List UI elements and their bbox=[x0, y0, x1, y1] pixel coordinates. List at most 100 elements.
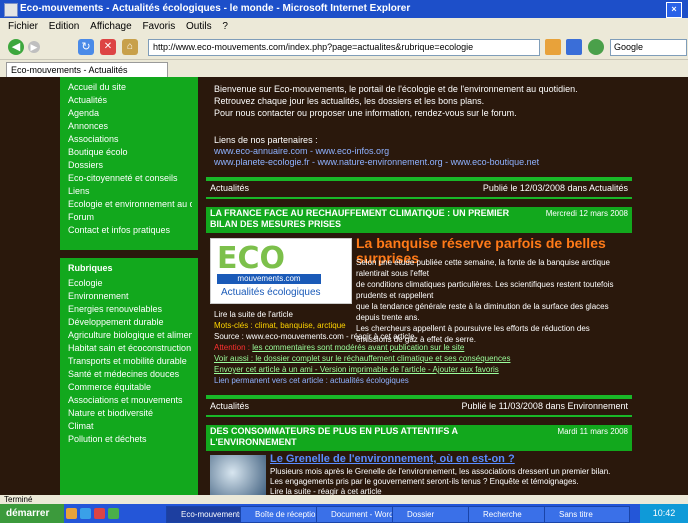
partner-links-label: Liens de nos partenaires : bbox=[214, 135, 318, 145]
taskbar-button[interactable]: Recherche bbox=[468, 506, 556, 523]
forward-icon[interactable]: ▶ bbox=[28, 41, 40, 53]
rss-icon[interactable] bbox=[545, 39, 561, 55]
rubrique-item[interactable]: Pollution et déchets bbox=[68, 433, 192, 446]
main-content: Bienvenue sur Eco-mouvements, le portail… bbox=[206, 77, 632, 495]
tab-label: Eco-mouvements - Actualités bbox=[11, 65, 128, 75]
taskbar-button[interactable]: Document - Word bbox=[316, 506, 404, 523]
taskbar-button[interactable]: Sans titre bbox=[544, 506, 630, 523]
sidebar-menu-box: Accueil du site Actualités Agenda Annonc… bbox=[60, 77, 198, 250]
article-source[interactable]: Source : www.eco-mouvements.com - réagir… bbox=[214, 331, 510, 342]
sidebar-item[interactable]: Actualités bbox=[68, 94, 192, 107]
article-header[interactable]: DES CONSOMMATEURS DE PLUS EN PLUS ATTENT… bbox=[210, 426, 510, 450]
article-date: Mercredi 12 mars 2008 bbox=[545, 209, 628, 218]
rubrique-item[interactable]: Energies renouvelables bbox=[68, 303, 192, 316]
article-date: Mardi 11 mars 2008 bbox=[557, 427, 628, 436]
partner-link[interactable]: www.eco-annuaire.com - www.eco-infos.org bbox=[214, 146, 632, 157]
section-header: Actualités Publié le 11/03/2008 dans Env… bbox=[206, 399, 632, 413]
left-sidebar: Accueil du site Actualités Agenda Annonc… bbox=[60, 77, 198, 495]
rubrique-item[interactable]: Associations et mouvements bbox=[68, 394, 192, 407]
rubriques-box: Rubriques Ecologie Environnement Energie… bbox=[60, 258, 198, 495]
refresh-icon[interactable]: ↻ bbox=[78, 39, 94, 55]
menu-edit[interactable]: Edition bbox=[49, 21, 80, 32]
warning-text: les commentaires sont modérés avant publ… bbox=[252, 343, 465, 352]
sidebar-item[interactable]: Contact et infos pratiques bbox=[68, 224, 192, 237]
home-icon[interactable]: ⌂ bbox=[122, 39, 138, 55]
quicklaunch-icon[interactable] bbox=[108, 508, 119, 519]
article-actions[interactable]: Envoyer cet article à un ami - Version i… bbox=[214, 364, 510, 375]
article-thumbnail[interactable] bbox=[210, 455, 266, 495]
taskbar-button[interactable]: Dossier bbox=[392, 506, 480, 523]
article-line: Selon une étude publiée cette semaine, l… bbox=[356, 258, 610, 278]
article-more: Lire la suite de l'article Mots-clés : c… bbox=[214, 309, 510, 386]
article-line: de conditions climatiques particulières.… bbox=[356, 280, 614, 300]
article-header[interactable]: LA FRANCE FACE AU RECHAUFFEMENT CLIMATIQ… bbox=[210, 208, 510, 232]
start-button[interactable]: démarrer bbox=[0, 504, 64, 523]
sidebar-item[interactable]: Accueil du site bbox=[68, 81, 192, 94]
sidebar-item[interactable]: Associations bbox=[68, 133, 192, 146]
logo-band: mouvements.com bbox=[217, 274, 321, 284]
window-titlebar: Eco-mouvements - Actualités écologiques … bbox=[0, 0, 688, 18]
rubrique-item[interactable]: Habitat sain et écoconstruction bbox=[68, 342, 192, 355]
sidebar-item[interactable]: Dossiers bbox=[68, 159, 192, 172]
section-header: Actualités Publié le 12/03/2008 dans Act… bbox=[206, 181, 632, 195]
back-icon[interactable]: ◀ bbox=[8, 39, 24, 55]
taskbar: démarrer Eco-mouvements Boîte de récepti… bbox=[0, 504, 688, 523]
partner-link[interactable]: www.planete-ecologie.fr - www.nature-env… bbox=[214, 157, 632, 168]
article-line[interactable]: Lire la suite - réagir à cet article bbox=[270, 487, 626, 495]
read-more-link[interactable]: Lire la suite de l'article bbox=[214, 309, 510, 320]
sidebar-item[interactable]: Boutique écolo bbox=[68, 146, 192, 159]
intro-text: Bienvenue sur Eco-mouvements, le portail… bbox=[206, 77, 632, 131]
menu-file[interactable]: Fichier bbox=[8, 21, 38, 32]
intro-line: Pour nous contacter ou proposer une info… bbox=[214, 108, 517, 118]
quicklaunch-icon[interactable] bbox=[80, 508, 91, 519]
rubrique-item[interactable]: Commerce équitable bbox=[68, 381, 192, 394]
menu-help[interactable]: ? bbox=[222, 21, 228, 32]
taskbar-button[interactable]: Boîte de réception bbox=[240, 506, 328, 523]
section-left[interactable]: Actualités bbox=[210, 181, 249, 195]
sidebar-item[interactable]: Annonces bbox=[68, 120, 192, 133]
rubrique-item[interactable]: Agriculture biologique et alimentation s… bbox=[68, 329, 192, 342]
rubrique-item[interactable]: Transports et mobilité durable bbox=[68, 355, 192, 368]
system-tray: 10:42 bbox=[640, 504, 688, 523]
menu-favorites[interactable]: Favoris bbox=[142, 21, 175, 32]
article-title[interactable]: Le Grenelle de l'environnement, où en es… bbox=[270, 453, 515, 465]
sidebar-item[interactable]: Liens bbox=[68, 185, 192, 198]
clock: 10:42 bbox=[652, 508, 676, 518]
sidebar-item[interactable]: Eco-citoyenneté et conseils bbox=[68, 172, 192, 185]
tab-current[interactable]: Eco-mouvements - Actualités bbox=[6, 62, 168, 77]
eco-logo: ECO mouvements.com Actualités écologique… bbox=[210, 238, 352, 304]
go-icon[interactable] bbox=[588, 39, 604, 55]
quicklaunch-icon[interactable] bbox=[66, 508, 77, 519]
navigation-bar: ◀ ▶ ↻ ✕ ⌂ http://www.eco-mouvements.com/… bbox=[0, 35, 688, 60]
article-header-bar: DES CONSOMMATEURS DE PLUS EN PLUS ATTENT… bbox=[206, 425, 632, 451]
see-also-link[interactable]: Voir aussi : le dossier complet sur le r… bbox=[214, 353, 510, 364]
quicklaunch-icon[interactable] bbox=[94, 508, 105, 519]
status-bar: Terminé bbox=[0, 495, 688, 504]
print-icon[interactable] bbox=[566, 39, 582, 55]
rubrique-item[interactable]: Santé et médecines douces bbox=[68, 368, 192, 381]
article-body: Le Grenelle de l'environnement, où en es… bbox=[206, 451, 632, 495]
article-header-bar: LA FRANCE FACE AU RECHAUFFEMENT CLIMATIQ… bbox=[206, 207, 632, 233]
rubrique-item[interactable]: Développement durable bbox=[68, 316, 192, 329]
ie-icon bbox=[4, 3, 18, 17]
menu-view[interactable]: Affichage bbox=[90, 21, 132, 32]
partner-links: Liens de nos partenaires : www.eco-annua… bbox=[206, 131, 632, 175]
rubrique-item[interactable]: Environnement bbox=[68, 290, 192, 303]
rubrique-item[interactable]: Ecologie bbox=[68, 277, 192, 290]
warning-label: Attention : bbox=[214, 343, 251, 352]
close-icon[interactable]: × bbox=[666, 2, 682, 18]
divider bbox=[206, 415, 632, 417]
sidebar-item[interactable]: Agenda bbox=[68, 107, 192, 120]
tab-bar: Eco-mouvements - Actualités bbox=[0, 60, 688, 77]
address-input[interactable]: http://www.eco-mouvements.com/index.php?… bbox=[148, 39, 540, 56]
sidebar-item[interactable]: Ecologie et environnement au quotidien bbox=[68, 198, 192, 211]
menu-tools[interactable]: Outils bbox=[186, 21, 212, 32]
logo-text: ECO bbox=[217, 241, 286, 276]
sidebar-item[interactable]: Forum bbox=[68, 211, 192, 224]
rubrique-item[interactable]: Nature et biodiversité bbox=[68, 407, 192, 420]
search-input[interactable]: Google bbox=[610, 39, 687, 56]
rubrique-item[interactable]: Climat bbox=[68, 420, 192, 433]
section-left[interactable]: Actualités bbox=[210, 399, 249, 413]
stop-icon[interactable]: ✕ bbox=[100, 39, 116, 55]
permalink[interactable]: Lien permanent vers cet article : actual… bbox=[214, 375, 510, 386]
